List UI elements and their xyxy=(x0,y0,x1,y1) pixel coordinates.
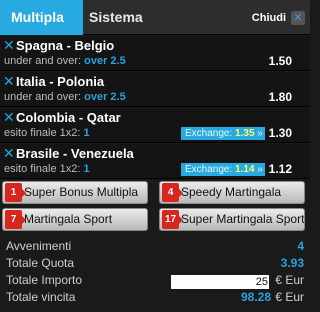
betslip-tabs: Multipla Sistema Chiudi ✕ xyxy=(0,0,310,35)
exchange-label: Exchange: xyxy=(185,164,233,175)
avvenimenti-value: 4 xyxy=(297,239,304,253)
promo-label: Speedy Martingala xyxy=(181,185,282,199)
bet-odd: 1.80 xyxy=(268,90,292,104)
promo-super-martingala-sport-button[interactable]: 17 Super Martingala Sport xyxy=(159,208,305,231)
importo-input[interactable] xyxy=(171,275,269,289)
tab-multipla[interactable]: Multipla xyxy=(0,0,83,35)
bet-row: ✕ Italia - Polonia under and over: over … xyxy=(0,72,310,107)
exchange-arrow-icon: » xyxy=(257,128,263,139)
selection-value: 1 xyxy=(83,163,90,175)
market-label: under and over: xyxy=(4,55,82,67)
promo-label: Martingala Sport xyxy=(24,212,113,226)
bet-row: ✕ Spagna - Belgio under and over: over 2… xyxy=(0,36,310,71)
promo-speedy-martingala-button[interactable]: 4 Speedy Martingala xyxy=(159,181,305,204)
bet-row: ✕ Colombia - Qatar esito finale 1x2: 1 E… xyxy=(0,108,310,143)
vincita-value: 98.28 xyxy=(240,290,271,304)
vincita-unit: € Eur xyxy=(275,290,304,304)
summary-importo: Totale Importo € Eur xyxy=(0,273,310,290)
exchange-arrow-icon: » xyxy=(257,164,263,175)
summary-quota: Totale Quota 3.93 xyxy=(0,256,310,273)
bet-market: esito finale 1x2: 1 xyxy=(4,163,90,175)
exchange-value: 1.35 xyxy=(235,128,255,139)
exchange-label: Exchange: xyxy=(185,128,233,139)
bet-odd: 1.12 xyxy=(268,162,292,176)
promo-label: Super Martingala Sport xyxy=(181,212,305,226)
remove-bet-icon[interactable]: ✕ xyxy=(3,146,15,160)
bet-market: esito finale 1x2: 1 xyxy=(4,127,90,139)
remove-bet-icon[interactable]: ✕ xyxy=(3,38,15,52)
remove-bet-icon[interactable]: ✕ xyxy=(3,74,15,88)
promo-super-bonus-multipla-button[interactable]: 1 Super Bonus Multipla xyxy=(2,181,148,204)
promo-badge: 1 xyxy=(5,183,26,202)
avvenimenti-label: Avvenimenti xyxy=(6,239,72,253)
summary-avvenimenti: Avvenimenti 4 xyxy=(0,239,310,256)
selection-value: over 2.5 xyxy=(84,91,126,103)
summary-vincita: Totale vincita 98.28 € Eur xyxy=(0,290,310,307)
bet-title: Brasile - Venezuela xyxy=(16,146,134,161)
promo-label: Super Bonus Multipla xyxy=(24,185,139,199)
bet-market: under and over: over 2.5 xyxy=(4,91,126,103)
bet-row: ✕ Brasile - Venezuela esito finale 1x2: … xyxy=(0,144,310,179)
bet-odd: 1.30 xyxy=(268,126,292,140)
bet-odd: 1.50 xyxy=(268,54,292,68)
market-label: esito finale 1x2: xyxy=(4,163,81,175)
vincita-label: Totale vincita xyxy=(6,290,76,304)
bet-title: Spagna - Belgio xyxy=(16,38,115,53)
close-button[interactable]: Chiudi ✕ xyxy=(252,0,305,35)
remove-bet-icon[interactable]: ✕ xyxy=(3,110,15,124)
selection-value: over 2.5 xyxy=(84,55,126,67)
promo-badge: 17 xyxy=(162,210,183,229)
quota-value: 3.93 xyxy=(280,256,304,270)
bet-market: under and over: over 2.5 xyxy=(4,55,126,67)
promo-martingala-sport-button[interactable]: 7 Martingala Sport xyxy=(2,208,148,231)
exchange-button[interactable]: Exchange: 1.14 » xyxy=(181,163,265,176)
importo-label: Totale Importo xyxy=(6,273,83,287)
promo-badge: 7 xyxy=(5,210,26,229)
close-label: Chiudi xyxy=(251,11,286,24)
quota-label: Totale Quota xyxy=(6,256,75,270)
bet-title: Colombia - Qatar xyxy=(16,110,121,125)
market-label: esito finale 1x2: xyxy=(4,127,81,139)
promo-badge: 4 xyxy=(162,183,183,202)
market-label: under and over: xyxy=(4,91,82,103)
exchange-button[interactable]: Exchange: 1.35 » xyxy=(181,127,265,140)
exchange-value: 1.14 xyxy=(235,164,255,175)
importo-unit: € Eur xyxy=(275,273,304,287)
selection-value: 1 xyxy=(83,127,90,139)
close-icon: ✕ xyxy=(291,10,305,25)
tab-sistema[interactable]: Sistema xyxy=(83,0,175,35)
bet-title: Italia - Polonia xyxy=(16,74,105,89)
